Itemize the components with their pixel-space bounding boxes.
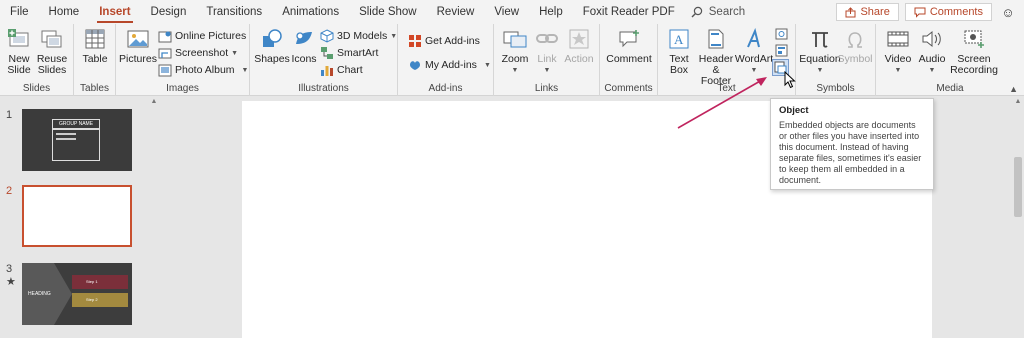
mouse-cursor-icon [784, 71, 796, 89]
object-tooltip: Object Embedded objects are documents or… [770, 98, 934, 190]
tooltip-title: Object [779, 105, 809, 116]
tooltip-body: Embedded objects are documents or other … [779, 120, 922, 185]
